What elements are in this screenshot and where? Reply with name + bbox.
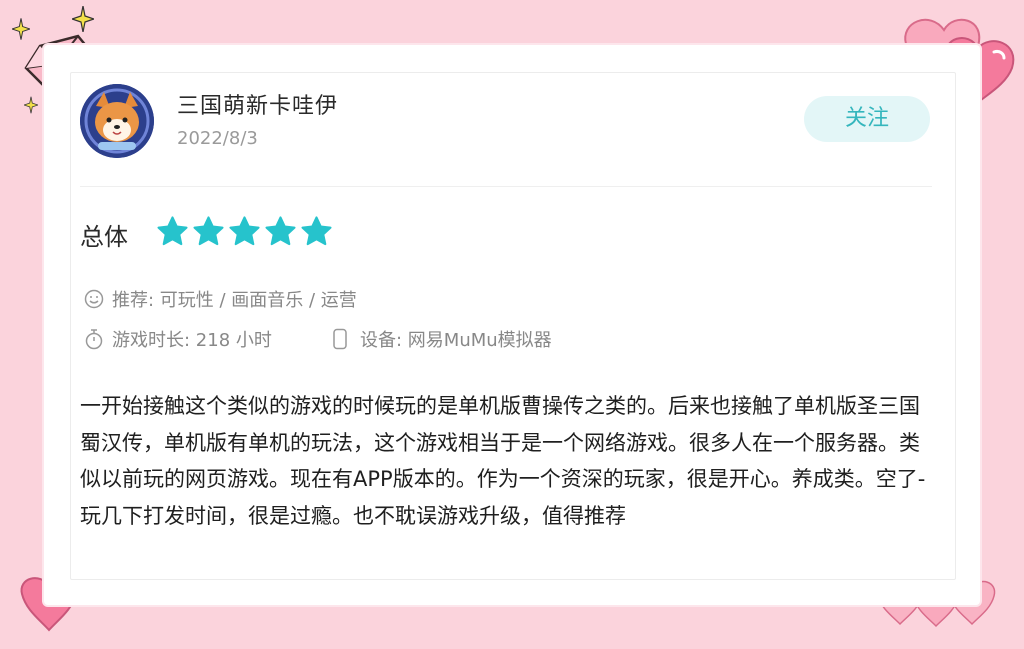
- device-label: 设备:: [360, 330, 408, 351]
- stopwatch-icon: [85, 329, 103, 350]
- shiba-dog-icon: [80, 84, 154, 158]
- follow-button[interactable]: 关注: [804, 96, 930, 142]
- divider: [80, 186, 932, 187]
- recommend-label: 推荐:: [112, 290, 160, 311]
- star-icon: [229, 216, 260, 246]
- recommend-row: 推荐: 可玩性 / 画面音乐 / 运营: [84, 286, 357, 312]
- sparkle-icon: [72, 6, 94, 32]
- sparkle-icon: [12, 18, 30, 40]
- device-row: 设备: 网易MuMu模拟器: [332, 326, 552, 352]
- recommend-items: 可玩性 / 画面音乐 / 运营: [159, 290, 357, 311]
- playtime-value: 218 小时: [195, 330, 272, 351]
- avatar[interactable]: [80, 84, 154, 158]
- smile-icon: [84, 289, 104, 309]
- overall-rating-label: 总体: [80, 223, 128, 251]
- star-icon: [193, 216, 224, 246]
- star-icon: [301, 216, 332, 246]
- review-text: 一开始接触这个类似的游戏的时候玩的是单机版曹操传之类的。后来也接触了单机版圣三国…: [80, 394, 926, 528]
- star-icon: [265, 216, 296, 246]
- sparkle-icon: [24, 96, 38, 114]
- username[interactable]: 三国萌新卡哇伊: [177, 88, 338, 120]
- playtime-label: 游戏时长:: [112, 330, 196, 351]
- playtime-row: 游戏时长: 218 小时: [84, 326, 272, 352]
- star-icon: [157, 216, 188, 246]
- phone-icon: [333, 328, 347, 350]
- review-date: 2022/8/3: [177, 128, 258, 149]
- device-value: 网易MuMu模拟器: [407, 330, 552, 351]
- star-rating: [156, 215, 333, 248]
